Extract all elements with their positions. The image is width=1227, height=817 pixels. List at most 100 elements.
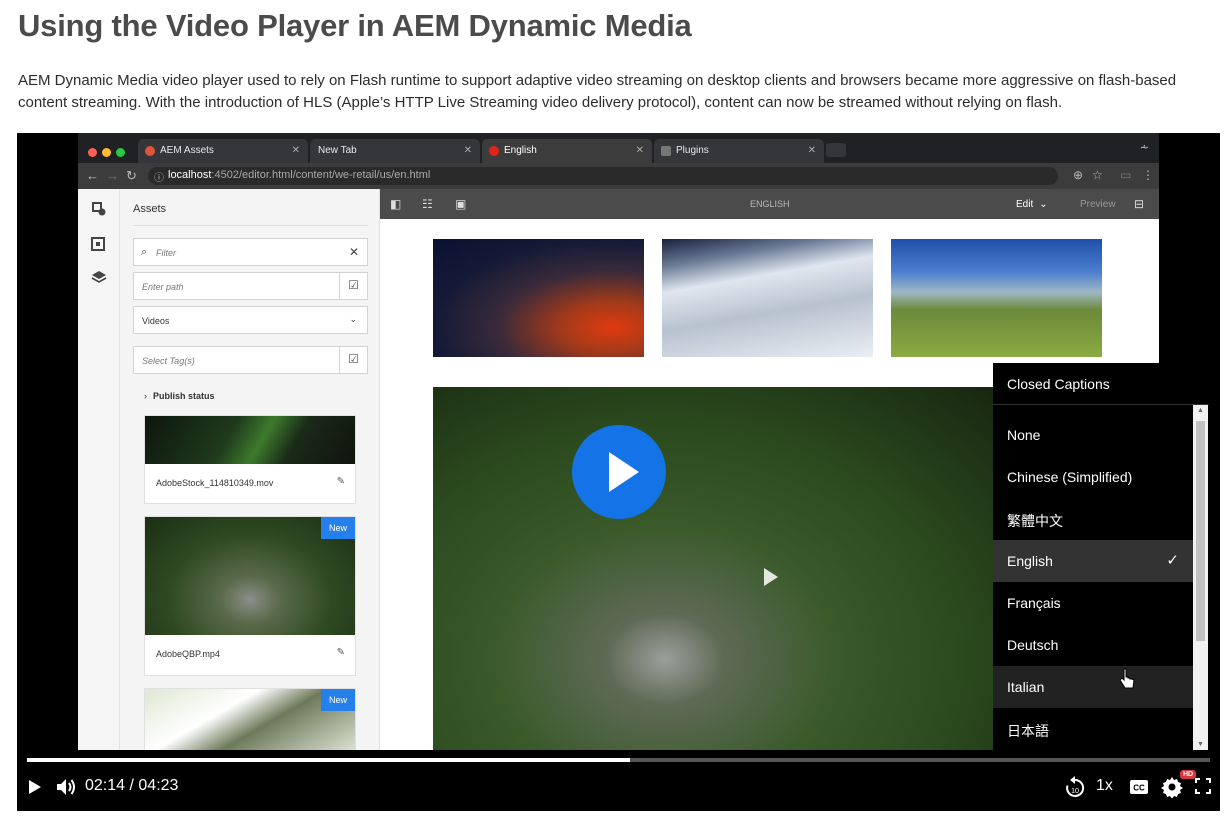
captions-menu: Closed Captions None Chinese (Simplified… <box>993 363 1209 750</box>
properties-icon: ☷ <box>422 197 433 211</box>
path-field: Enter path ☑ <box>133 272 368 300</box>
seek-bar[interactable] <box>27 758 1210 762</box>
captions-option[interactable]: Français <box>993 582 1193 624</box>
video-player[interactable]: AEM Assets ✕ New Tab ✕ English ✕ Plugins… <box>17 133 1220 811</box>
asset-thumbnail <box>145 416 355 464</box>
duration: 04:23 <box>138 777 179 794</box>
captions-option-label: Italian <box>1007 679 1045 695</box>
gear-icon[interactable] <box>1161 776 1183 803</box>
close-icon: ✕ <box>463 145 472 156</box>
captions-option[interactable]: 日本語 <box>993 708 1193 750</box>
preview-label: Preview <box>1080 199 1116 210</box>
glacier-photo <box>662 239 873 357</box>
captions-option[interactable]: Deutsch <box>993 624 1193 666</box>
svg-text:10: 10 <box>1071 788 1079 795</box>
check-icon: ✓ <box>1166 552 1179 569</box>
side-rail <box>78 189 120 750</box>
inner-play-icon <box>762 566 780 588</box>
browser-tab: English ✕ <box>482 139 652 163</box>
captions-option-label: 日本語 <box>1007 723 1049 739</box>
browser-tab: AEM Assets ✕ <box>138 139 308 163</box>
info-icon: ⓘ <box>154 173 164 184</box>
aem-icon <box>145 146 155 156</box>
captions-option[interactable]: 繁體中文 <box>993 498 1193 540</box>
captions-option[interactable]: Chinese (Simplified) <box>993 456 1193 498</box>
assets-icon <box>91 201 107 217</box>
chevron-down-icon: ⌄ <box>349 314 357 324</box>
scroll-up-icon[interactable]: ▲ <box>1197 407 1204 414</box>
mode-label: Edit <box>1016 199 1034 210</box>
cast-icon: ▭ <box>1120 168 1132 182</box>
intro-paragraph: AEM Dynamic Media video player used to r… <box>18 72 1177 111</box>
emulator-icon: ▣ <box>455 197 467 211</box>
url-host: localhost <box>168 169 212 181</box>
control-bar: 02:14 / 04:23 10 1x CC HD <box>17 767 1220 811</box>
tab-label: Plugins <box>676 145 709 156</box>
new-badge: New <box>320 689 355 711</box>
page-label: ENGLISH <box>750 199 790 209</box>
window-controls <box>88 144 130 162</box>
chevron-right-icon: › <box>144 391 147 401</box>
captions-option[interactable]: Italian <box>993 666 1193 708</box>
tags-field: Select Tag(s) ☑ <box>133 346 368 374</box>
adobe-icon <box>489 146 499 156</box>
replay-10-icon[interactable]: 10 <box>1065 776 1085 803</box>
captions-option[interactable]: None <box>993 414 1193 456</box>
forward-icon: → <box>106 168 119 183</box>
time-display: 02:14 / 04:23 <box>85 777 178 795</box>
chevron-down-icon: ⌄ <box>1039 199 1048 210</box>
asset-card: AdobeStock_114810349.mov ✎ <box>144 415 356 504</box>
fullscreen-icon[interactable] <box>1195 778 1211 799</box>
browser-tab: Plugins ✕ <box>654 139 824 163</box>
asset-card: New <box>144 688 356 750</box>
time-separator: / <box>125 777 139 794</box>
path-placeholder: Enter path <box>142 282 184 292</box>
publish-status-label: Publish status <box>153 391 215 401</box>
browser-addressbar: ← → ↻ ⓘ localhost:4502/editor.html/conte… <box>78 163 1159 189</box>
star-icon: ☆ <box>1092 168 1103 182</box>
editor-toolbar: ◧ ☷ ▣ ENGLISH Edit ⌄ Preview ⊟ <box>380 189 1159 219</box>
menu-icon: ⋮ <box>1142 168 1154 182</box>
incognito-icon: ⩪ <box>1139 142 1149 154</box>
closed-captions-icon[interactable]: CC <box>1129 779 1149 800</box>
tags-placeholder: Select Tag(s) <box>142 356 195 366</box>
checkbox-icon: ☑ <box>339 347 367 373</box>
captions-option-label: English <box>1007 553 1053 569</box>
captions-option-label: None <box>1007 427 1041 443</box>
asset-type-value: Videos <box>142 316 170 326</box>
play-button-large[interactable] <box>572 425 666 519</box>
url-field: ⓘ localhost:4502/editor.html/content/we-… <box>148 167 1058 185</box>
captions-option-label: Français <box>1007 595 1061 611</box>
playback-speed[interactable]: 1x <box>1096 777 1113 795</box>
search-icon: ⌕ <box>141 246 148 258</box>
close-icon: ✕ <box>291 145 300 156</box>
edit-icon: ✎ <box>336 476 345 487</box>
asset-filename: AdobeStock_114810349.mov <box>156 478 274 488</box>
volume-icon[interactable] <box>55 777 77 802</box>
close-icon: ✕ <box>635 145 644 156</box>
annotations-icon: ⊟ <box>1134 197 1145 211</box>
location-icon: ⊕ <box>1073 168 1084 182</box>
play-icon[interactable] <box>27 778 43 801</box>
url-path: :4502/editor.html/content/we-retail/us/e… <box>211 169 431 181</box>
tab-label: AEM Assets <box>160 145 214 156</box>
close-icon: ✕ <box>807 145 816 156</box>
browser-tabbar: AEM Assets ✕ New Tab ✕ English ✕ Plugins… <box>78 133 1159 163</box>
asset-name: AdobeStock_114810349.mov ✎ <box>145 464 355 504</box>
layers-icon <box>91 269 107 285</box>
back-icon: ← <box>86 168 99 183</box>
captions-option-selected[interactable]: English ✓ <box>993 540 1193 582</box>
scroll-down-icon[interactable]: ▼ <box>1197 741 1204 748</box>
camping-photo <box>433 239 644 357</box>
browser-tab: New Tab ✕ <box>310 139 480 163</box>
side-panel-icon: ◧ <box>390 197 402 211</box>
captions-option-label: 繁體中文 <box>1007 513 1063 529</box>
svg-text:CC: CC <box>1133 784 1145 793</box>
publish-status: › Publish status <box>144 391 215 401</box>
captions-menu-header: Closed Captions <box>993 363 1209 405</box>
new-tab-icon <box>826 143 846 157</box>
filter-field: ⌕ Filter ✕ <box>133 238 368 266</box>
scrollbar-thumb[interactable] <box>1196 421 1205 641</box>
captions-scrollbar[interactable]: ▲ ▼ <box>1193 405 1208 750</box>
mode-select: Edit ⌄ <box>1016 199 1048 210</box>
